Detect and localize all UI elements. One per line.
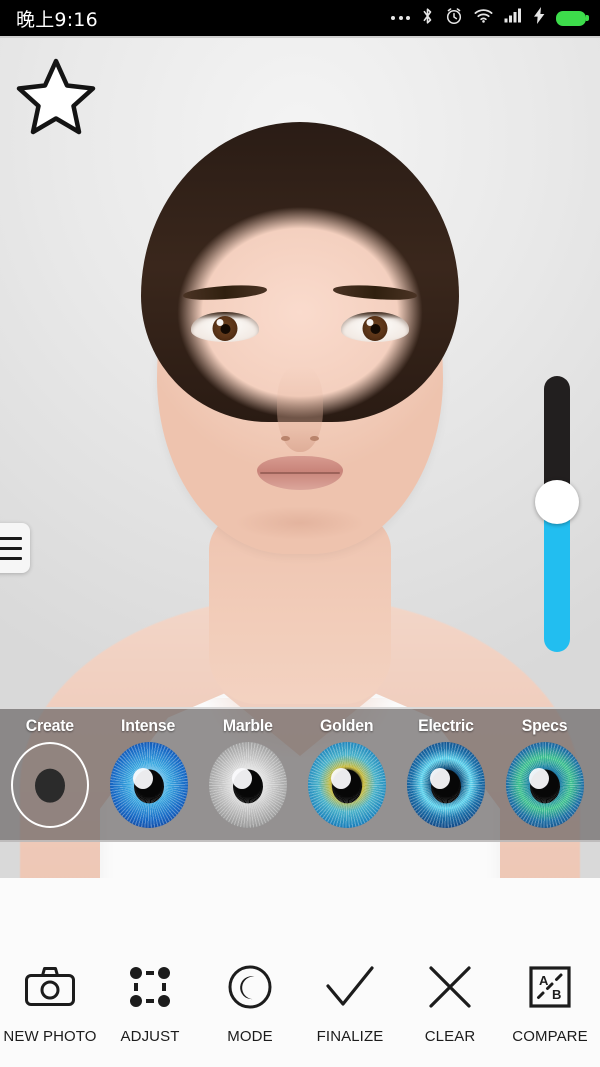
clear-button[interactable]: CLEAR: [400, 960, 500, 1045]
preset-label: Golden: [319, 716, 374, 735]
app-root: 晚上9:16 Create Intense Marble Golden Elec…: [0, 0, 600, 1067]
preset-label: Marble: [222, 716, 273, 735]
intensity-slider[interactable]: [535, 376, 579, 652]
alarm-icon: [445, 7, 463, 30]
bottom-toolbar: NEW PHOTO ADJUST MODE FINALIZE CLEAR A B…: [0, 878, 600, 1067]
preset-pupil: [430, 769, 461, 804]
preset-marble[interactable]: Marble: [198, 709, 297, 828]
star-icon[interactable]: [14, 54, 98, 138]
preset-label: Intense: [121, 716, 176, 735]
adjust-button[interactable]: ADJUST: [100, 960, 200, 1045]
signal-icon: [504, 8, 523, 28]
tool-label: COMPARE: [512, 1028, 588, 1045]
close-x-icon: [423, 960, 477, 1014]
eyebrow-right: [332, 283, 418, 302]
preset-glint: [231, 767, 252, 789]
eye-glint-left: [216, 319, 224, 326]
preset-specs[interactable]: Specs: [495, 709, 594, 828]
preset-pupil: [232, 769, 263, 804]
eye-right[interactable]: [341, 312, 409, 342]
chin-shadow: [235, 506, 365, 540]
preset-swatch-electric[interactable]: [406, 742, 485, 828]
preset-pupil: [133, 769, 164, 804]
preset-golden[interactable]: Golden: [297, 709, 396, 828]
lips: [257, 456, 343, 490]
preset-pupil: [529, 769, 560, 804]
tool-label: NEW PHOTO: [3, 1028, 97, 1045]
preset-swatch-create[interactable]: [10, 742, 89, 828]
preset-label: Create: [25, 716, 74, 735]
tool-label: ADJUST: [120, 1028, 180, 1045]
preset-intense[interactable]: Intense: [99, 709, 198, 828]
hamburger-menu-icon[interactable]: [0, 523, 30, 573]
preset-glint: [132, 767, 153, 789]
bluetooth-icon: [421, 7, 434, 30]
preset-swatch-intense[interactable]: [109, 742, 188, 828]
battery-icon: [556, 10, 589, 26]
more-dots-icon: [391, 16, 410, 20]
preset-glint: [330, 767, 351, 789]
preset-label: Electric: [417, 716, 474, 735]
nose: [277, 366, 323, 452]
iris-right: [362, 316, 388, 341]
status-bar-clock: 晚上9:16: [16, 8, 98, 31]
preset-pupil: [34, 768, 65, 803]
status-bar-divider: [0, 36, 600, 38]
preset-swatch-marble[interactable]: [208, 742, 287, 828]
eye-mode-icon: [223, 960, 277, 1014]
svg-text:A: A: [539, 973, 549, 988]
eye-glint-right: [366, 319, 374, 326]
compare-ab-icon: A B: [523, 960, 577, 1014]
status-bar-icons: [391, 7, 589, 30]
tool-label: CLEAR: [424, 1028, 476, 1045]
preset-label: Specs: [521, 716, 568, 735]
preset-pupil: [331, 769, 362, 804]
compare-button[interactable]: A B COMPARE: [500, 960, 600, 1045]
eye-preset-carousel[interactable]: Create Intense Marble Golden Electric Sp…: [0, 707, 600, 842]
preset-swatch-golden[interactable]: [307, 742, 386, 828]
status-bar: 晚上9:16: [0, 0, 600, 36]
new-photo-button[interactable]: NEW PHOTO: [0, 960, 100, 1045]
tool-label: MODE: [227, 1028, 273, 1045]
crop-handles-icon: [123, 960, 177, 1014]
nostril-right: [310, 436, 319, 441]
wifi-icon: [474, 8, 493, 28]
charging-bolt-icon: [534, 7, 545, 29]
iris-left: [212, 316, 238, 341]
tool-label: FINALIZE: [316, 1028, 384, 1045]
preset-swatch-specs[interactable]: [505, 742, 584, 828]
slider-thumb[interactable]: [535, 480, 579, 524]
eye-left[interactable]: [191, 312, 259, 342]
mode-button[interactable]: MODE: [200, 960, 300, 1045]
preset-glint: [429, 767, 450, 789]
preset-create[interactable]: Create: [0, 709, 99, 828]
preset-glint: [528, 767, 549, 789]
finalize-button[interactable]: FINALIZE: [300, 960, 400, 1045]
nostril-left: [281, 436, 290, 441]
check-icon: [323, 960, 377, 1014]
camera-icon: [23, 960, 77, 1014]
preset-electric[interactable]: Electric: [396, 709, 495, 828]
eyebrow-left: [182, 283, 268, 302]
svg-text:B: B: [552, 987, 561, 1002]
